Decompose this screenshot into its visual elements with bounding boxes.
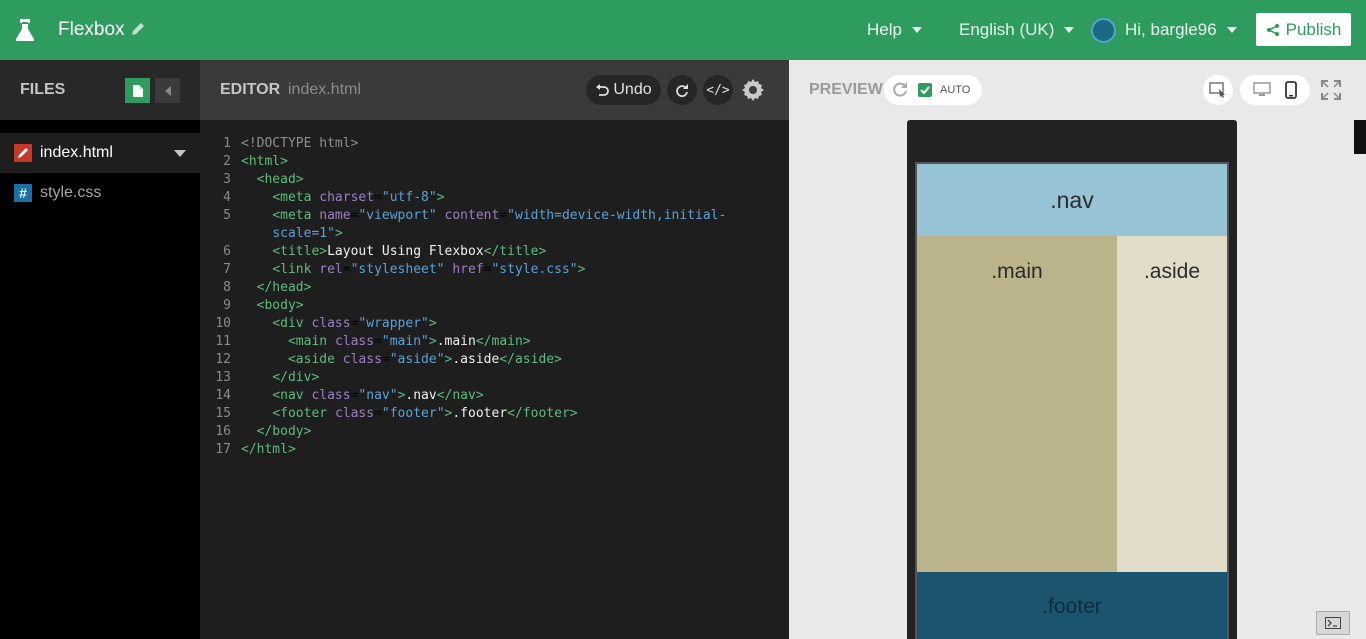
html-file-icon	[14, 144, 32, 162]
code-line: 1 <!DOCTYPE html>	[223, 136, 359, 151]
files-title: FILES	[20, 81, 66, 98]
file-item-index-html[interactable]: index.html	[0, 133, 200, 173]
code-icon: </>	[706, 82, 730, 98]
files-header: FILES	[0, 60, 200, 120]
editor-title: EDITOR	[220, 81, 281, 98]
share-icon	[1266, 23, 1279, 36]
logo-icon[interactable]	[14, 17, 36, 43]
help-menu[interactable]: Help	[867, 20, 922, 40]
code-line: 3 <head>	[223, 172, 304, 187]
console-icon	[1325, 617, 1341, 629]
preview-panel: PREVIEW AUTO .nav .main .aside .footer	[789, 60, 1366, 639]
preview-header: PREVIEW AUTO	[789, 60, 1366, 120]
check-icon	[920, 86, 930, 95]
editor-file-name: index.html	[288, 81, 361, 98]
code-line: 9 <body>	[223, 298, 304, 313]
undo-icon	[596, 84, 610, 96]
new-file-button[interactable]	[125, 78, 150, 103]
preview-main: .main	[917, 236, 1117, 572]
mobile-icon[interactable]	[1285, 81, 1297, 99]
publish-label: Publish	[1285, 19, 1342, 39]
chevron-left-icon	[164, 85, 171, 96]
undo-button[interactable]: Undo	[586, 75, 661, 105]
files-panel: FILES index.html # style.css	[0, 60, 200, 639]
language-menu[interactable]: English (UK)	[959, 20, 1075, 40]
avatar[interactable]	[1091, 18, 1116, 43]
chevron-down-icon	[1064, 27, 1075, 33]
file-item-style-css[interactable]: # style.css	[0, 173, 200, 213]
preview-nav: .nav	[917, 164, 1227, 236]
preview-aside: .aside	[1117, 236, 1227, 572]
new-file-icon	[132, 84, 143, 97]
user-menu[interactable]: Hi, bargle96	[1125, 20, 1237, 40]
top-bar: Flexbox Help English (UK) Hi, bargle96 P…	[0, 0, 1366, 60]
auto-label: AUTO	[940, 84, 971, 96]
fullscreen-icon[interactable]	[1321, 80, 1341, 100]
preview-controls: AUTO	[884, 75, 982, 105]
code-line: 14 <nav class="nav">.nav</nav>	[215, 388, 484, 403]
file-name: index.html	[40, 144, 113, 161]
collapse-files-button[interactable]	[155, 78, 180, 103]
redo-button[interactable]	[667, 75, 697, 105]
code-line: scale=1">	[272, 226, 343, 241]
preview-screen[interactable]: .nav .main .aside .footer	[915, 162, 1229, 639]
user-greeting: Hi, bargle96	[1125, 20, 1217, 39]
code-line: 15 <footer class="footer">.footer</foote…	[215, 406, 578, 421]
phone-frame: .nav .main .aside .footer	[907, 120, 1237, 639]
code-line: 5 <meta name="viewport" content="width=d…	[223, 208, 727, 223]
chevron-down-icon	[1226, 27, 1237, 33]
code-line: 6 <title>Layout Using Flexbox</title>	[223, 244, 547, 259]
preview-title: PREVIEW	[809, 81, 883, 98]
language-label: English (UK)	[959, 20, 1055, 39]
project-title[interactable]: Flexbox	[58, 19, 125, 41]
scrollbar[interactable]	[1354, 120, 1366, 154]
code-line: 2 <html>	[223, 154, 288, 169]
code-view-button[interactable]: </>	[703, 75, 733, 105]
code-line: 12 <aside class="aside">.aside</aside>	[215, 352, 562, 367]
publish-button[interactable]: Publish	[1256, 13, 1351, 46]
code-line: 17 </html>	[215, 442, 296, 457]
chevron-down-icon[interactable]	[174, 150, 186, 157]
gear-icon[interactable]	[741, 78, 765, 102]
editor-header: EDITOR index.html Undo </>	[200, 60, 789, 120]
refresh-icon[interactable]	[890, 80, 910, 100]
code-line: 4 <meta charset="utf-8">	[223, 190, 445, 205]
device-toggle	[1240, 75, 1310, 105]
desktop-icon[interactable]	[1253, 82, 1271, 98]
code-area[interactable]: 1 <!DOCTYPE html> 2 <html> 3 <head> 4 <met…	[200, 135, 789, 459]
edit-title-icon[interactable]	[131, 22, 145, 36]
inspect-icon	[1209, 82, 1225, 98]
undo-label: Undo	[613, 81, 652, 98]
chevron-down-icon	[911, 27, 922, 33]
code-line: 8 </head>	[223, 280, 312, 295]
code-line: 7 <link rel="stylesheet" href="style.css…	[223, 262, 586, 277]
help-label: Help	[867, 20, 902, 39]
preview-footer: .footer	[917, 572, 1227, 639]
code-line: 16 </body>	[215, 424, 312, 439]
file-name: style.css	[40, 184, 102, 201]
code-line: 10 <div class="wrapper">	[215, 316, 437, 331]
console-button[interactable]	[1316, 611, 1350, 635]
inspect-button[interactable]	[1203, 75, 1233, 105]
code-line: 13 </div>	[215, 370, 320, 385]
redo-icon	[676, 84, 688, 97]
auto-refresh-checkbox[interactable]	[918, 83, 932, 97]
editor-panel: EDITOR index.html Undo </> 1 <!DOCTYPE ht…	[200, 60, 789, 639]
code-line: 11 <main class="main">.main</main>	[215, 334, 531, 349]
css-file-icon: #	[14, 184, 32, 202]
